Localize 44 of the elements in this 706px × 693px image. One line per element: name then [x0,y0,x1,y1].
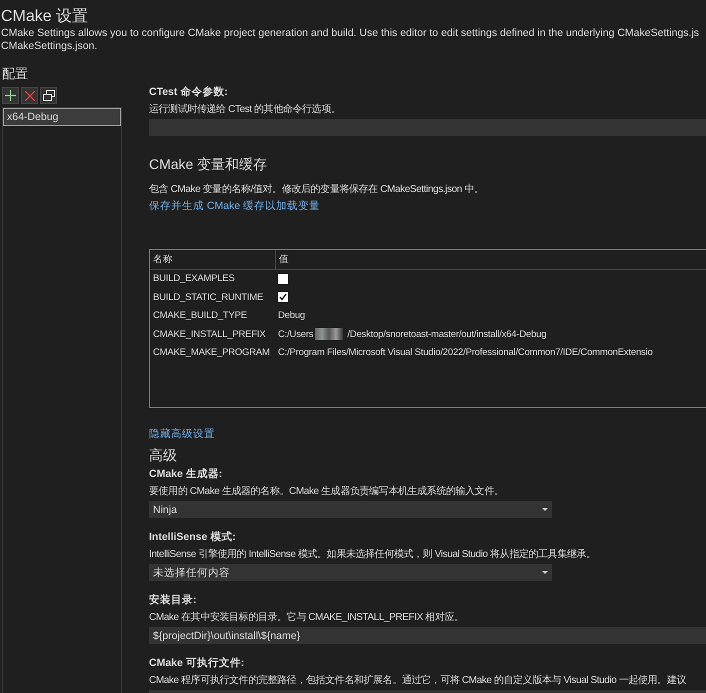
field-label: IntelliSense 模式: [149,530,237,544]
checkbox[interactable] [278,274,288,284]
table-cell: /Desktop/snoretoast-master/out/install/x64-Debug [347,328,546,340]
section-title: 高级 [149,447,178,465]
section-title: 配置 [2,65,29,83]
table-cell-text: CMAKE_INSTALL_PREFIX [152,328,267,340]
table-cell-text: BUILD_EXAMPLES [152,273,236,284]
section-description: 包含 CMake 变量的名称/值对。修改后的变量将保存在 CMakeSettings.json 中。 [149,182,484,196]
page-title: CMake 设置 [0,7,90,27]
table-cell: C:/Program Files/Microsoft Visual Studio/2022/Professional/Common7/IDE/CommonExtensio [278,347,653,358]
table-cell: Debug [278,310,305,322]
description-text: CMake Settings allows you to configure CMake project generation and build. Use this editor to edit settings defined in the underlying CMakeSettings.js [0,27,700,40]
dropdown[interactable]: 未选择任何内容 [149,564,552,581]
field-description: 要使用的 CMake 生成器的名称。CMake 生成器负责编写本机生成系统的输入文件。 [149,484,504,498]
generate-cache-link[interactable]: 保存并生成 CMake 缓存以加载变量 [149,200,320,212]
plus-icon [5,90,16,101]
column-header: 名称 [150,250,276,268]
checkbox[interactable] [278,292,288,302]
table-cell-text: CMAKE_BUILD_TYPE [152,310,248,322]
field-description: CMake 在其中安装目标的目录。它与 CMAKE_INSTALL_PREFIX 相对应。 [149,610,465,624]
field-label: CTest 命令参数: [149,85,229,99]
copy-icon [42,90,54,101]
redacted-mark [315,328,344,340]
table-cell: C:/Users [278,328,314,340]
table-cell-text: BUILD_STATIC_RUNTIME [152,292,264,303]
column-header: 值 [278,252,289,266]
table-cell-text: CMAKE_MAKE_PROGRAM [152,347,271,358]
caret-icon [542,570,548,574]
add-button[interactable] [2,87,19,104]
field-label: CMake 可执行文件: [149,656,246,670]
close-icon [24,90,34,100]
configuration-item[interactable]: x64-Debug [3,108,121,126]
field-label: CMake 生成器: [149,467,224,481]
field-description: 运行测试时传递给 CTest 的其他命令行选项。 [149,102,342,116]
dropdown[interactable]: Ninja [149,501,552,518]
field-description: CMake 程序可执行文件的完整路径，包括文件名和扩展名。通过它，可将 CMake 的自定义版本与 Visual Studio 一起使用。建议 [149,674,688,687]
description-text: CMakeSettings.json. [0,40,98,53]
section-title: CMake 变量和缓存 [149,156,268,174]
field-description: IntelliSense 引擎使用的 IntelliSense 模式。如果未选择任何模式，则 Visual Studio 将从指定的工具集继承。 [149,548,597,561]
caret-icon [542,508,548,512]
copy-button[interactable] [40,87,57,104]
field-label: 安装目录: [149,593,198,607]
hide-advanced-link[interactable]: 隐藏高级设置 [149,428,215,440]
input-field[interactable]: ${projectDir}\out\install\${name} [149,627,706,644]
